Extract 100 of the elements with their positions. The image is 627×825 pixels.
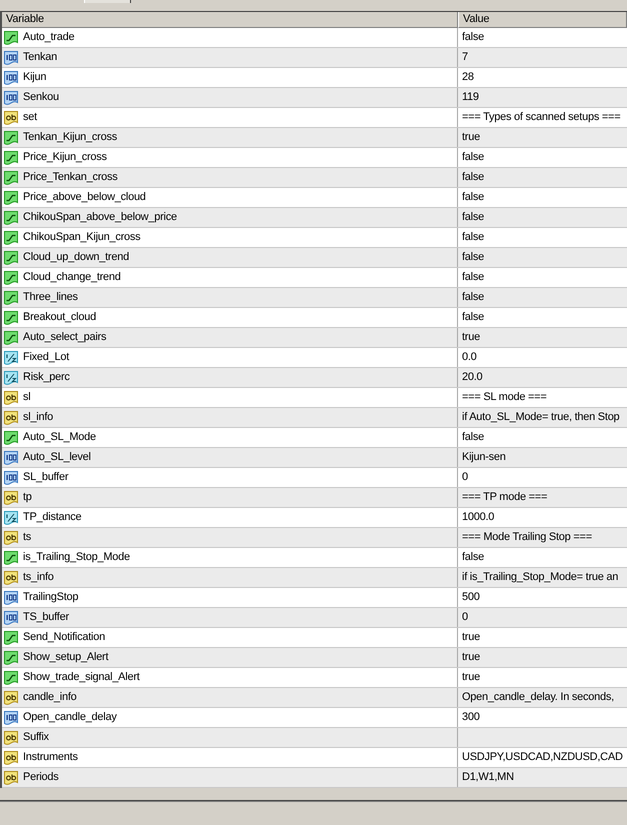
parameter-value[interactable]: Open_candle_delay. In seconds,	[462, 691, 614, 704]
table-row[interactable]: TS_buffer 0	[2, 608, 627, 628]
parameter-value[interactable]: 1000.0	[462, 511, 494, 524]
table-row[interactable]: Send_Notification true	[2, 628, 627, 648]
variable-name: Instruments	[23, 751, 78, 764]
parameter-value[interactable]: === Types of scanned setups ===	[462, 111, 620, 124]
parameter-value[interactable]: 0	[462, 611, 468, 624]
table-row[interactable]: Risk_perc 20.0	[2, 368, 627, 388]
parameter-value[interactable]: false	[462, 551, 484, 564]
table-row[interactable]: Suffix	[2, 728, 627, 748]
table-row[interactable]: is_Trailing_Stop_Mode false	[2, 548, 627, 568]
table-row[interactable]: Open_candle_delay 300	[2, 708, 627, 728]
parameter-value[interactable]: false	[462, 151, 484, 164]
table-row[interactable]: Price_Tenkan_cross false	[2, 168, 627, 188]
parameter-value[interactable]: 28	[462, 71, 474, 84]
parameter-value[interactable]: true	[462, 671, 480, 684]
parameter-value[interactable]: true	[462, 331, 480, 344]
text-tile-icon	[3, 410, 19, 426]
table-row[interactable]: Price_above_below_cloud false	[2, 188, 627, 208]
parameter-value[interactable]: === SL mode ===	[462, 391, 547, 404]
column-header[interactable]: Variable	[2, 12, 458, 28]
text-tile-icon	[3, 750, 19, 766]
variable-name: ts_info	[23, 571, 54, 584]
parameter-value[interactable]: false	[462, 211, 484, 224]
table-row[interactable]: Auto_SL_Mode false	[2, 428, 627, 448]
table-row[interactable]: ChikouSpan_Kijun_cross false	[2, 228, 627, 248]
variable-name: Periods	[23, 771, 59, 784]
table-row[interactable]: Fixed_Lot 0.0	[2, 348, 627, 368]
parameter-value[interactable]: false	[462, 271, 484, 284]
variable-name: Price_Tenkan_cross	[23, 171, 118, 184]
variable-name: Price_above_below_cloud	[23, 191, 146, 204]
table-row[interactable]: tp === TP mode ===	[2, 488, 627, 508]
parameter-value[interactable]: true	[462, 131, 480, 144]
parameter-value[interactable]: === TP mode ===	[462, 491, 548, 504]
table-row[interactable]: ChikouSpan_above_below_price false	[2, 208, 627, 228]
parameter-value[interactable]: if is_Trailing_Stop_Mode= true an	[462, 571, 618, 584]
parameter-value[interactable]: false	[462, 311, 484, 324]
parameter-value[interactable]: 119	[462, 91, 479, 104]
table-row[interactable]: Auto_trade false	[2, 28, 627, 48]
step-line-icon	[3, 150, 19, 166]
table-row[interactable]: Breakout_cloud false	[2, 308, 627, 328]
table-row[interactable]: Instruments USDJPY,USDCAD,NZDUSD,CAD	[2, 748, 627, 768]
text-tile-icon	[3, 770, 19, 786]
variable-name: Cloud_change_trend	[23, 271, 121, 284]
table-row[interactable]: SL_buffer 0	[2, 468, 627, 488]
parameter-value[interactable]: USDJPY,USDCAD,NZDUSD,CAD	[462, 751, 623, 764]
variable-name: TS_buffer	[23, 611, 69, 624]
variable-name: Send_Notification	[23, 631, 105, 644]
table-row[interactable]: Cloud_change_trend false	[2, 268, 627, 288]
table-row[interactable]: set === Types of scanned setups ===	[2, 108, 627, 128]
parameter-value[interactable]: D1,W1,MN	[462, 771, 514, 784]
parameter-value[interactable]: if Auto_SL_Mode= true, then Stop	[462, 411, 620, 424]
variable-name: Auto_select_pairs	[23, 331, 106, 344]
table-row[interactable]: sl_info if Auto_SL_Mode= true, then Stop	[2, 408, 627, 428]
table-row[interactable]: Tenkan 7	[2, 48, 627, 68]
numbers-tile-icon	[3, 590, 19, 606]
table-row[interactable]: Kijun 28	[2, 68, 627, 88]
variable-name: Cloud_up_down_trend	[23, 251, 129, 264]
table-row[interactable]: Periods D1,W1,MN	[2, 768, 627, 788]
table-row[interactable]: Show_setup_Alert true	[2, 648, 627, 668]
parameter-value[interactable]: 0.0	[462, 351, 477, 364]
table-row[interactable]: Senkou 119	[2, 88, 627, 108]
table-row[interactable]: Price_Kijun_cross false	[2, 148, 627, 168]
numbers-tile-icon	[3, 710, 19, 726]
table-row[interactable]: TrailingStop 500	[2, 588, 627, 608]
variable-name: Auto_SL_level	[23, 451, 91, 464]
parameter-value[interactable]: false	[462, 31, 484, 44]
parameter-value[interactable]: 500	[462, 591, 480, 604]
table-row[interactable]: Auto_SL_level Kijun-sen	[2, 448, 627, 468]
variable-name: Open_candle_delay	[23, 711, 117, 724]
variable-name: Risk_perc	[23, 371, 70, 384]
table-row[interactable]: sl === SL mode ===	[2, 388, 627, 408]
variable-name: TrailingStop	[23, 591, 78, 604]
parameter-value[interactable]: === Mode Trailing Stop ===	[462, 531, 592, 544]
table-row[interactable]: Cloud_up_down_trend false	[2, 248, 627, 268]
parameter-value[interactable]: 20.0	[462, 371, 482, 384]
numbers-tile-icon	[3, 90, 19, 106]
step-line-icon	[3, 270, 19, 286]
table-row[interactable]: candle_info Open_candle_delay. In seconds,	[2, 688, 627, 708]
table-row[interactable]: Tenkan_Kijun_cross true	[2, 128, 627, 148]
column-header[interactable]: Value	[458, 12, 627, 28]
parameter-value[interactable]: false	[462, 251, 484, 264]
parameter-value[interactable]: false	[462, 231, 484, 244]
table-row[interactable]: Auto_select_pairs true	[2, 328, 627, 348]
table-row[interactable]: Three_lines false	[2, 288, 627, 308]
table-row[interactable]: ts === Mode Trailing Stop ===	[2, 528, 627, 548]
parameter-value[interactable]: false	[462, 291, 484, 304]
table-row[interactable]: ts_info if is_Trailing_Stop_Mode= true an	[2, 568, 627, 588]
parameter-value[interactable]: false	[462, 171, 484, 184]
fraction-tile-icon	[3, 350, 19, 366]
parameter-value[interactable]: false	[462, 431, 484, 444]
parameter-value[interactable]: Kijun-sen	[462, 451, 506, 464]
parameter-value[interactable]: true	[462, 631, 480, 644]
parameter-value[interactable]: 7	[462, 51, 468, 64]
table-row[interactable]: TP_distance 1000.0	[2, 508, 627, 528]
parameter-value[interactable]: 0	[462, 471, 468, 484]
parameter-value[interactable]: true	[462, 651, 480, 664]
parameter-value[interactable]: false	[462, 191, 484, 204]
table-row[interactable]: Show_trade_signal_Alert true	[2, 668, 627, 688]
parameter-value[interactable]: 300	[462, 711, 480, 724]
